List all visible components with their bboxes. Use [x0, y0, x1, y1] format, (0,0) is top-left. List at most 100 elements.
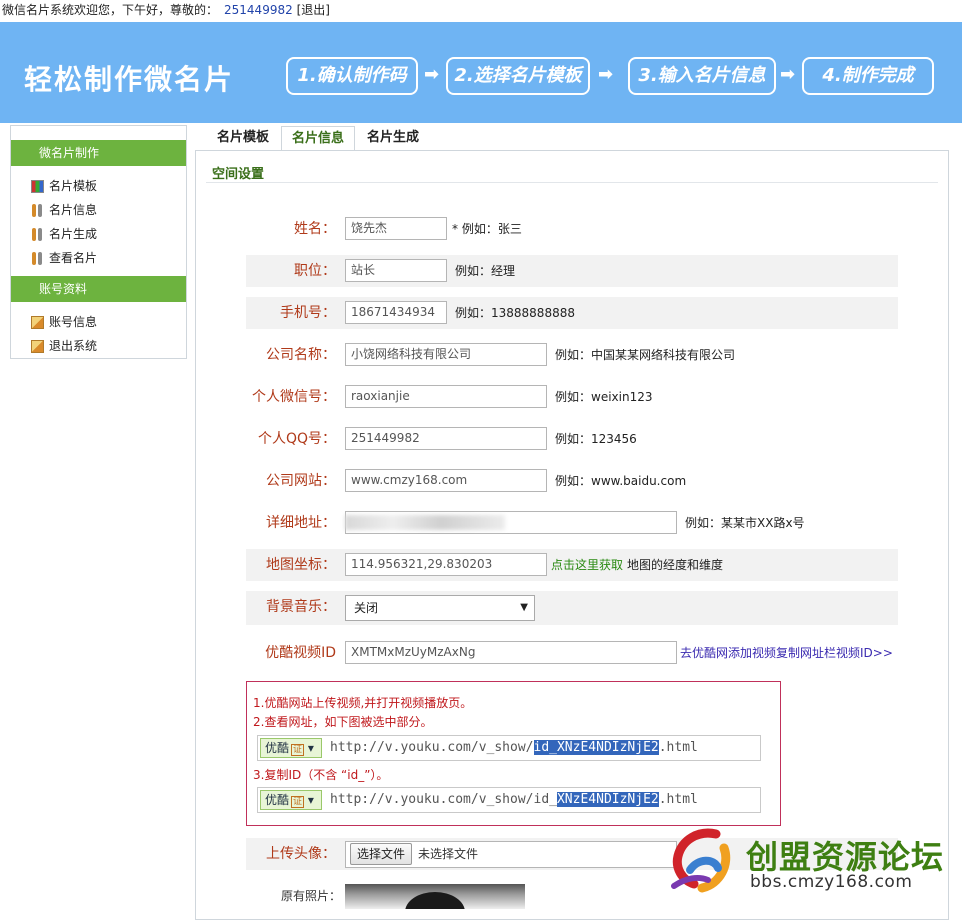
- file-status: 未选择文件: [418, 847, 479, 861]
- logout-link[interactable]: [退出]: [297, 3, 330, 17]
- caret-down-icon: ▼: [520, 602, 528, 613]
- name-label: 姓名：: [294, 221, 336, 237]
- tools-icon: [31, 227, 44, 241]
- user-id: 251449982: [224, 3, 293, 17]
- map-coordinate-field[interactable]: 114.956321,29.830203: [345, 553, 547, 576]
- sidebar-item-account[interactable]: 账号信息: [11, 310, 186, 334]
- youku-help-box: 1.优酷网站上传视频,并打开视频播放页。 2.查看网址，如下图被选中部分。 优酷…: [246, 681, 781, 826]
- url-highlight: id_XNzE4NDIzNjE2: [533, 740, 659, 755]
- music-select-value: 关闭: [354, 601, 379, 615]
- position-label: 职位：: [294, 263, 336, 279]
- website-field[interactable]: www.cmzy168.com: [345, 469, 547, 492]
- grid-icon: [31, 179, 44, 193]
- top-bar: 微信名片系统欢迎您，下午好，尊敬的： 251449982 [退出]: [0, 0, 962, 22]
- step-1: 1.确认制作码: [286, 57, 418, 95]
- tools-icon: [31, 251, 44, 265]
- help-step-2: 2.查看网址，如下图被选中部分。: [253, 715, 433, 729]
- address-hint: 例如：某某市XX路x号: [685, 516, 805, 530]
- url-text: http://v.youku.com/v_show/id_XNzE4NDIzNj…: [330, 788, 698, 812]
- name-hint: * 例如：张三: [452, 222, 522, 236]
- greeting-text: 微信名片系统欢迎您，下午好，尊敬的：: [2, 3, 219, 17]
- header-banner: 轻松制作微名片 1.确认制作码 ➡ 2.选择名片模板 ➡ 3.输入名片信息 ➡ …: [0, 22, 962, 123]
- tools-icon: [31, 203, 44, 217]
- tab-info[interactable]: 名片信息: [281, 126, 356, 151]
- row-name: 姓名： 饶先杰 * 例如：张三: [246, 213, 898, 245]
- edit-icon: [31, 315, 44, 329]
- tab-bar: 名片模板 名片信息 名片生成: [207, 126, 431, 151]
- sidebar-item-label: 名片信息: [49, 203, 98, 217]
- sidebar-item-label: 查看名片: [49, 251, 98, 265]
- arrow-right-icon: ➡: [598, 64, 614, 85]
- sidebar-item-templates[interactable]: 名片模板: [11, 174, 186, 198]
- company-hint: 例如：中国某某网络科技有限公司: [555, 348, 736, 362]
- qq-label: 个人QQ号：: [257, 431, 336, 447]
- sidebar-item-view[interactable]: 查看名片: [11, 246, 186, 270]
- url-prefix: http://v.youku.com/v_show/: [330, 740, 534, 755]
- existing-photo: [345, 884, 525, 909]
- row-position: 职位： 站长 例如：经理: [246, 255, 898, 287]
- music-label: 背景音乐：: [266, 599, 336, 615]
- panel-title: 空间设置: [212, 167, 265, 182]
- url-suffix: .html: [658, 740, 698, 755]
- mobile-hint: 例如：13888888888: [455, 306, 575, 320]
- company-field[interactable]: 小饶网络科技有限公司: [345, 343, 547, 366]
- divider: [206, 182, 938, 183]
- sidebar-section-card: 微名片制作: [11, 140, 186, 166]
- youku-help-link[interactable]: 去优酷网添加视频复制网址栏视频ID>>: [680, 637, 893, 669]
- tab-generate[interactable]: 名片生成: [357, 126, 429, 151]
- row-music: 背景音乐： 关闭 ▼: [246, 591, 898, 625]
- position-hint: 例如：经理: [455, 264, 516, 278]
- mobile-field[interactable]: 18671434934: [345, 301, 447, 324]
- music-select[interactable]: 关闭 ▼: [345, 595, 535, 621]
- step-4: 4.制作完成: [802, 57, 934, 95]
- sidebar-item-label: 退出系统: [49, 339, 98, 353]
- map-hint: 地图的经度和维度: [627, 558, 724, 572]
- step-3: 3.输入名片信息: [628, 57, 776, 95]
- wechat-hint: 例如：weixin123: [555, 390, 653, 404]
- row-website: 公司网站： www.cmzy168.com 例如：www.baidu.com: [246, 465, 898, 497]
- arrow-right-icon: ➡: [424, 64, 440, 85]
- url-text: http://v.youku.com/v_show/id_XNzE4NDIzNj…: [330, 736, 698, 760]
- redacted-address: [345, 515, 505, 530]
- watermark-logo-icon: [671, 828, 731, 893]
- url-prefix: http://v.youku.com/v_show/id_: [330, 792, 557, 807]
- qq-field[interactable]: 251449982: [345, 427, 547, 450]
- youku-tag-label: 优酷: [265, 793, 290, 807]
- help-step-3: 3.复制ID（不含 “id_”）。: [253, 768, 389, 782]
- cert-icon: 证: [291, 744, 305, 756]
- brand-title: 轻松制作微名片: [24, 63, 235, 96]
- row-qq: 个人QQ号： 251449982 例如：123456: [246, 423, 898, 455]
- qq-hint: 例如：123456: [555, 432, 637, 446]
- row-address: 详细地址： 例如：某某市XX路x号: [246, 507, 898, 539]
- get-coordinates-link[interactable]: 点击这里获取: [551, 549, 623, 581]
- name-field[interactable]: 饶先杰: [345, 217, 447, 240]
- help-step-1: 1.优酷网站上传视频,并打开视频播放页。: [253, 696, 473, 710]
- row-mobile: 手机号： 18671434934 例如：13888888888: [246, 297, 898, 329]
- choose-file-button[interactable]: 选择文件: [350, 843, 413, 865]
- sidebar-item-info[interactable]: 名片信息: [11, 198, 186, 222]
- address-label: 详细地址：: [266, 515, 336, 531]
- sidebar-item-generate[interactable]: 名片生成: [11, 222, 186, 246]
- existing-photo-label: 原有照片：: [281, 889, 342, 903]
- youku-id-field[interactable]: XMTMxMzUyMzAxNg: [345, 641, 677, 664]
- website-label: 公司网站：: [266, 473, 336, 489]
- sidebar-item-logout[interactable]: 退出系统: [11, 334, 186, 358]
- arrow-right-icon: ➡: [780, 64, 796, 85]
- sidebar-item-label: 名片生成: [49, 227, 98, 241]
- youku-tag: 优酷证 ▾: [260, 738, 322, 758]
- row-company: 公司名称： 小饶网络科技有限公司 例如：中国某某网络科技有限公司: [246, 339, 898, 371]
- watermark: 创盟资源论坛 bbs.cmzy168.com: [668, 826, 956, 896]
- wechat-field[interactable]: raoxianjie: [345, 385, 547, 408]
- sidebar-section-account: 账号资料: [11, 276, 186, 302]
- row-youku: 优酷视频ID XMTMxMzUyMzAxNg 去优酷网添加视频复制网址栏视频ID…: [246, 637, 898, 669]
- website-hint: 例如：www.baidu.com: [555, 474, 687, 488]
- url-highlight: XNzE4NDIzNjE2: [556, 792, 659, 807]
- tab-templates[interactable]: 名片模板: [207, 126, 279, 151]
- url-example-1: 优酷证 ▾ http://v.youku.com/v_show/id_XNzE4…: [257, 735, 761, 761]
- youku-tag-label: 优酷: [265, 741, 290, 755]
- url-example-2: 优酷证 ▾ http://v.youku.com/v_show/id_XNzE4…: [257, 787, 761, 813]
- row-wechat: 个人微信号： raoxianjie 例如：weixin123: [246, 381, 898, 413]
- cert-icon: 证: [291, 796, 305, 808]
- youku-label: 优酷视频ID: [265, 645, 336, 661]
- position-field[interactable]: 站长: [345, 259, 447, 282]
